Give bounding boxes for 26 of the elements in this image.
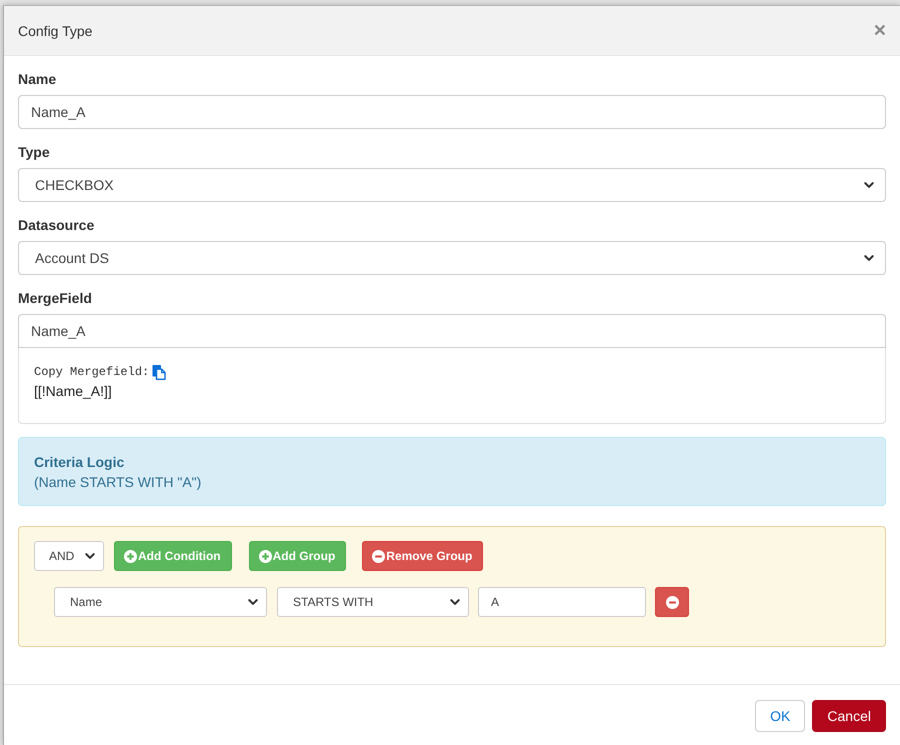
ok-button[interactable]: OK bbox=[755, 700, 806, 732]
minus-circle-icon bbox=[666, 596, 678, 608]
criteria-logic-title: Criteria Logic bbox=[34, 453, 124, 472]
text-input[interactable]: Name_A bbox=[18, 314, 886, 348]
field-label: Datasource bbox=[18, 216, 94, 235]
dropdown-select[interactable]: Account DS bbox=[18, 241, 886, 275]
plus-circle-icon bbox=[258, 550, 272, 562]
plus-circle-icon bbox=[124, 550, 137, 562]
field-label: Type bbox=[18, 143, 50, 162]
conjunction-select[interactable]: AND bbox=[34, 541, 104, 571]
field-select[interactable]: Name bbox=[54, 587, 267, 617]
text-input[interactable]: Name_A bbox=[18, 95, 886, 129]
field-label: Name bbox=[18, 70, 56, 89]
dropdown-select[interactable]: CHECKBOX bbox=[18, 168, 886, 202]
value-input[interactable]: A bbox=[478, 587, 646, 617]
remove-rule-button[interactable] bbox=[655, 587, 689, 617]
copy-mergefield-label: Copy Mergefield: bbox=[34, 364, 150, 381]
field-label: MergeField bbox=[18, 289, 92, 308]
cancel-button[interactable]: Cancel bbox=[812, 700, 886, 732]
criteria-expression: (Name STARTS WITH "A") bbox=[34, 473, 202, 492]
minus-circle-icon bbox=[372, 550, 386, 562]
dialog-title: Config Type bbox=[18, 22, 92, 40]
mergefield-token: [[!Name_A!]] bbox=[34, 382, 112, 401]
copy-icon[interactable] bbox=[152, 364, 166, 380]
remove-group-button[interactable]: Remove Group bbox=[362, 541, 484, 571]
operator-select[interactable]: STARTS WITH bbox=[277, 587, 469, 617]
